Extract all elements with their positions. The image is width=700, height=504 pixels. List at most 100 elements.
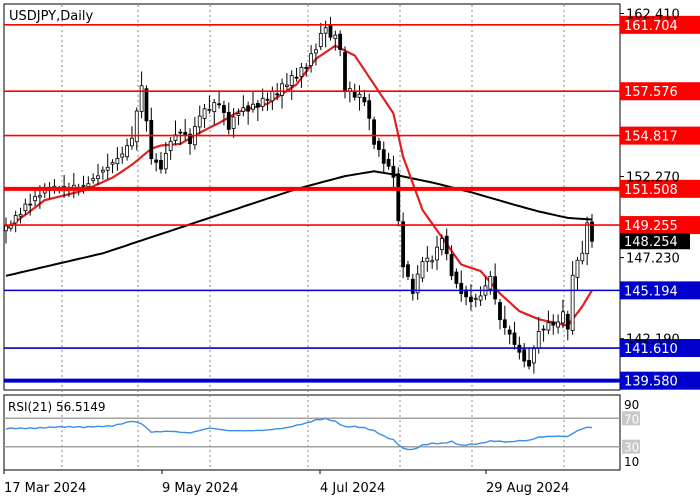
candle-body <box>100 169 105 173</box>
candle-body <box>570 274 575 331</box>
candle-body <box>86 183 91 188</box>
candle-body <box>473 297 478 300</box>
symbol-label: USDJPY,Daily <box>9 9 93 24</box>
candle-body <box>314 49 318 54</box>
candle-body <box>493 276 498 300</box>
candle-body <box>304 67 309 69</box>
candle-body <box>284 84 289 87</box>
candle-body <box>406 264 410 277</box>
candle-body <box>105 166 110 171</box>
candle-body <box>575 259 580 278</box>
price-tick-label: 162.410 <box>626 7 680 22</box>
candle-body <box>139 85 144 112</box>
candle-body <box>449 254 454 277</box>
level-label: 154.817 <box>624 130 678 145</box>
candle-body <box>561 311 565 324</box>
candle-body <box>580 252 585 262</box>
candle-body <box>502 319 507 328</box>
candle-body <box>512 332 517 345</box>
candle-body <box>255 103 260 108</box>
candle-body <box>168 141 173 151</box>
chart-root: 161.704 157.576 154.817 151.508 149.255 145.1… <box>0 0 700 500</box>
candle-body <box>444 235 449 255</box>
candle-body <box>318 33 323 47</box>
candle-body <box>531 348 536 364</box>
candle-body <box>478 295 483 301</box>
candle-body <box>551 321 556 326</box>
candle-body <box>28 203 33 206</box>
candle-body <box>134 110 139 143</box>
usdjpy-chart: 161.704157.576154.817151.508149.255145.1… <box>3 3 700 496</box>
date-tick-label: 17 Mar 2024 <box>4 481 86 496</box>
candle-body <box>396 173 401 222</box>
candle-body <box>439 238 444 250</box>
level-label: 157.576 <box>624 85 678 100</box>
current-price-label: 148.254 <box>624 235 678 250</box>
candle-body <box>18 213 23 217</box>
candle-body <box>236 113 241 116</box>
candle-body <box>522 349 527 362</box>
candle-body <box>565 314 570 330</box>
candle-body <box>23 203 28 212</box>
level-label: 145.194 <box>624 284 678 299</box>
candle-body <box>401 221 406 268</box>
candle-body <box>241 107 246 112</box>
candle-body <box>33 196 37 202</box>
candle-body <box>372 119 376 145</box>
candle-body <box>294 76 299 79</box>
candle-body <box>352 91 357 98</box>
level-label: 149.255 <box>624 219 678 234</box>
candle-body <box>362 96 367 103</box>
candle-body <box>197 115 202 128</box>
candle-body <box>289 75 294 86</box>
candle-body <box>454 271 459 284</box>
candle-body <box>125 145 129 158</box>
candle-body <box>260 97 265 107</box>
candle-body <box>357 93 362 98</box>
candle-body <box>4 225 8 232</box>
candle-body <box>222 105 226 113</box>
candle-body <box>226 111 231 130</box>
candle-body <box>130 137 134 147</box>
price-tick-label: 152.270 <box>626 171 680 186</box>
candle-body <box>163 153 168 170</box>
candle-body <box>498 302 502 321</box>
candle-body <box>536 331 541 349</box>
candle-body <box>367 100 372 119</box>
candle-body <box>120 153 125 158</box>
candle-body <box>115 158 120 165</box>
candle-body <box>81 184 86 187</box>
price-tick-label: 147.230 <box>626 252 680 267</box>
candle-body <box>251 103 255 110</box>
candle-body <box>217 103 221 106</box>
candle-body <box>13 215 18 224</box>
rsi-tick-label: 10 <box>624 455 639 469</box>
candle-body <box>149 120 154 160</box>
candle-body <box>391 165 396 178</box>
candle-body <box>246 105 251 112</box>
date-tick-label: 29 Aug 2024 <box>486 481 569 496</box>
candle-body <box>541 328 546 331</box>
candle-body <box>333 34 338 39</box>
candle-body <box>299 66 304 77</box>
rsi-tick-label: 70 <box>624 412 639 426</box>
candle-body <box>507 329 512 335</box>
candle-body <box>144 88 149 122</box>
candle-body <box>96 175 100 180</box>
candle-body <box>386 158 391 167</box>
candle-body <box>231 116 236 129</box>
candle-body <box>270 91 275 102</box>
rsi-tick-label: 90 <box>624 398 639 412</box>
candle-body <box>343 52 347 92</box>
candle-body <box>527 360 531 367</box>
candle-body <box>420 261 425 279</box>
candle-body <box>338 33 343 50</box>
candle-body <box>459 282 464 295</box>
candle-body <box>110 162 115 165</box>
date-tick-label: 9 May 2024 <box>162 481 239 496</box>
candle-body <box>38 195 42 198</box>
date-tick-label: 4 Jul 2024 <box>320 481 385 496</box>
candle-body <box>212 102 217 113</box>
candle-body <box>328 24 333 38</box>
candle-body <box>435 246 439 261</box>
